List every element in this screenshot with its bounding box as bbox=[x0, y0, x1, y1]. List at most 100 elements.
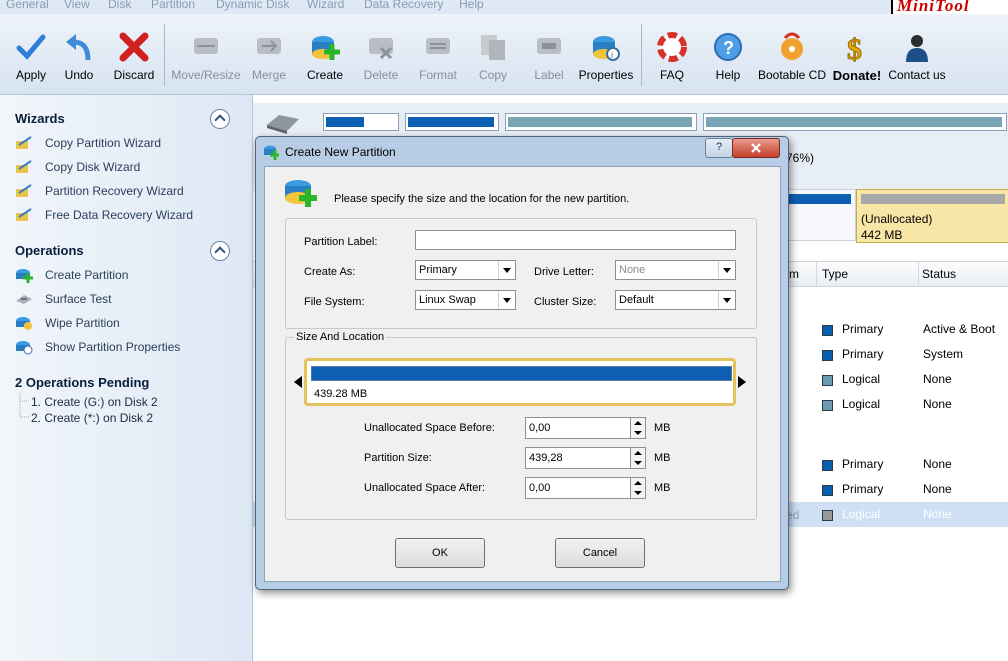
donate-button[interactable]: $ Donate! bbox=[826, 14, 888, 94]
partition-size-input[interactable] bbox=[525, 447, 631, 469]
unit-label: MB bbox=[654, 422, 671, 434]
create-as-caption: Create As: bbox=[304, 266, 356, 278]
merge-button[interactable]: Merge bbox=[238, 14, 300, 94]
unallocated-before-input[interactable] bbox=[525, 417, 631, 439]
partition-block[interactable] bbox=[703, 113, 1007, 131]
dialog-close-button[interactable] bbox=[732, 138, 780, 158]
cluster-size-caption: Cluster Size: bbox=[534, 296, 597, 308]
partition-size-caption: Partition Size: bbox=[364, 452, 432, 464]
unallocated-after-input[interactable] bbox=[525, 477, 631, 499]
right-drag-handle-icon[interactable] bbox=[738, 376, 746, 388]
dialog-help-button[interactable]: ? bbox=[705, 138, 733, 158]
create-button[interactable]: Create bbox=[294, 14, 356, 94]
partition-label-input[interactable] bbox=[415, 230, 736, 250]
size-location-frame: Size And Location 439.28 MB Unallocated … bbox=[285, 331, 757, 520]
partition-bar bbox=[787, 194, 851, 204]
unallocated-before-caption: Unallocated Space Before: bbox=[364, 422, 495, 434]
collapse-wizards-button[interactable] bbox=[210, 109, 230, 129]
faq-button[interactable]: FAQ bbox=[641, 14, 703, 94]
row-type: Logical bbox=[842, 397, 881, 411]
unallocated-size: 442 MB bbox=[861, 228, 903, 242]
help-button[interactable]: ? Help bbox=[697, 14, 759, 94]
drive-letter-select[interactable]: None bbox=[615, 260, 736, 280]
format-icon bbox=[426, 38, 450, 54]
close-icon bbox=[751, 143, 761, 153]
unallocated-before-stepper[interactable] bbox=[630, 417, 646, 439]
file-system-caption: File System: bbox=[304, 296, 365, 308]
dialog-intro-text: Please specify the size and the location… bbox=[334, 193, 630, 205]
menu-general[interactable]: General bbox=[6, 0, 49, 11]
operation-label: Create Partition bbox=[45, 268, 129, 282]
operation-label: Show Partition Properties bbox=[45, 340, 181, 354]
hard-disk-icon bbox=[267, 115, 299, 134]
format-button[interactable]: Format bbox=[407, 14, 469, 94]
wizard-wand-icon bbox=[16, 160, 32, 173]
properties-button[interactable]: i Properties bbox=[575, 14, 637, 94]
column-header-type[interactable]: Type bbox=[822, 267, 848, 281]
partition-fill bbox=[311, 366, 732, 381]
column-header-status[interactable]: Status bbox=[922, 267, 956, 281]
chevron-down-icon bbox=[718, 291, 735, 309]
partition-block[interactable] bbox=[405, 113, 499, 131]
menu-bar: General View Disk Partition Dynamic Disk… bbox=[0, 0, 1008, 14]
contact-label: Contact us bbox=[888, 68, 946, 82]
row-status: None bbox=[923, 397, 952, 411]
left-drag-handle-icon[interactable] bbox=[294, 376, 302, 388]
menu-view[interactable]: View bbox=[64, 0, 90, 11]
type-color-swatch bbox=[822, 350, 833, 361]
selected-partition-block[interactable] bbox=[786, 189, 856, 241]
wizard-wand-icon bbox=[16, 208, 32, 221]
menu-disk[interactable]: Disk bbox=[108, 0, 131, 11]
minitool-logo: MiniTool bbox=[891, 0, 1008, 14]
chevron-down-icon bbox=[498, 261, 515, 279]
contact-button[interactable]: Contact us bbox=[886, 14, 948, 94]
lifebuoy-icon bbox=[657, 32, 687, 62]
row-status: System bbox=[923, 347, 964, 361]
dialog-titlebar[interactable]: Create New Partition ? bbox=[256, 137, 788, 165]
menu-data-recovery[interactable]: Data Recovery bbox=[364, 0, 443, 11]
column-header-partial[interactable]: m bbox=[789, 267, 799, 281]
wizard-wand-icon bbox=[16, 184, 32, 197]
label-button[interactable]: Label bbox=[518, 14, 580, 94]
unit-label: MB bbox=[654, 452, 671, 464]
cluster-size-select[interactable]: Default bbox=[615, 290, 736, 310]
partition-size-bar[interactable]: 439.28 MB bbox=[304, 358, 736, 406]
partition-label-caption: Partition Label: bbox=[304, 236, 378, 248]
unallocated-block[interactable]: (Unallocated) 442 MB bbox=[856, 189, 1008, 243]
menu-help[interactable]: Help bbox=[459, 0, 484, 11]
move-resize-button[interactable]: Move/Resize bbox=[171, 14, 241, 94]
ok-button[interactable]: OK bbox=[395, 538, 485, 568]
collapse-operations-button[interactable] bbox=[210, 241, 230, 261]
copy-button[interactable]: Copy bbox=[462, 14, 524, 94]
pending-item[interactable]: 2. Create (*:) on Disk 2 bbox=[31, 411, 153, 425]
type-color-swatch bbox=[822, 485, 833, 496]
toolbar: Apply Undo Discard Move/Resize Merge Cre… bbox=[0, 14, 1008, 95]
menu-dynamic-disk[interactable]: Dynamic Disk bbox=[216, 0, 289, 11]
undo-button[interactable]: Undo bbox=[48, 14, 110, 94]
delete-icon bbox=[369, 38, 393, 60]
partition-settings-frame: Partition Label: Create As: Primary Driv… bbox=[285, 218, 757, 329]
menu-wizard[interactable]: Wizard bbox=[307, 0, 344, 11]
bootable-cd-button[interactable]: Bootable CD bbox=[758, 14, 826, 94]
delete-button[interactable]: Delete bbox=[350, 14, 412, 94]
unallocated-after-stepper[interactable] bbox=[630, 477, 646, 499]
cancel-button[interactable]: Cancel bbox=[555, 538, 645, 568]
file-system-select[interactable]: Linux Swap bbox=[415, 290, 516, 310]
contact-person-icon bbox=[906, 35, 928, 62]
discard-button[interactable]: Discard bbox=[103, 14, 165, 94]
row-status: None bbox=[923, 507, 952, 521]
partition-block[interactable] bbox=[505, 113, 697, 131]
menu-partition[interactable]: Partition bbox=[151, 0, 195, 11]
operation-label: Wipe Partition bbox=[45, 316, 120, 330]
type-color-swatch bbox=[822, 510, 833, 521]
create-partition-icon bbox=[312, 36, 340, 60]
create-as-select[interactable]: Primary bbox=[415, 260, 516, 280]
partition-block[interactable] bbox=[323, 113, 399, 131]
pending-heading: 2 Operations Pending bbox=[15, 375, 150, 390]
pending-item[interactable]: 1. Create (G:) on Disk 2 bbox=[31, 395, 158, 409]
disk-usage-percent: 76%) bbox=[786, 151, 815, 165]
partition-size-stepper[interactable] bbox=[630, 447, 646, 469]
svg-text:i: i bbox=[611, 50, 613, 60]
row-status: Active & Boot bbox=[923, 322, 996, 336]
row-type: Primary bbox=[842, 347, 884, 361]
